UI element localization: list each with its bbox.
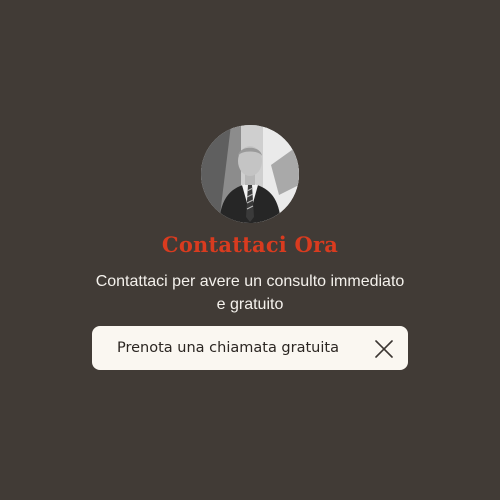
- page-title: Contattaci Ora: [161, 232, 339, 257]
- close-icon: [375, 340, 393, 358]
- close-button[interactable]: [372, 337, 396, 361]
- subtitle-text: Contattaci per avere un consulto immedia…: [95, 273, 405, 313]
- book-call-button[interactable]: Prenota una chiamata gratuita: [92, 326, 408, 370]
- book-call-label: Prenota una chiamata gratuita: [117, 340, 339, 356]
- contact-screen: Contattaci Ora Contattaci per avere un c…: [0, 0, 500, 500]
- avatar: [201, 125, 299, 223]
- person-photo-icon: [201, 125, 299, 223]
